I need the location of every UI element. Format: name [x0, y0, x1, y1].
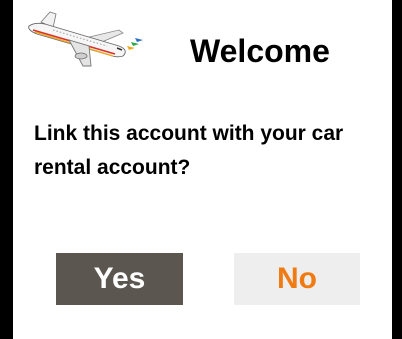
no-button[interactable]: No	[234, 253, 360, 305]
dialog-title: Welcome	[190, 33, 330, 69]
yes-button[interactable]: Yes	[56, 253, 183, 305]
airplane-icon	[28, 11, 143, 67]
link-account-question: Link this account with your car rental a…	[34, 122, 344, 179]
welcome-dialog: Welcome Link this account with your car …	[13, 0, 392, 339]
